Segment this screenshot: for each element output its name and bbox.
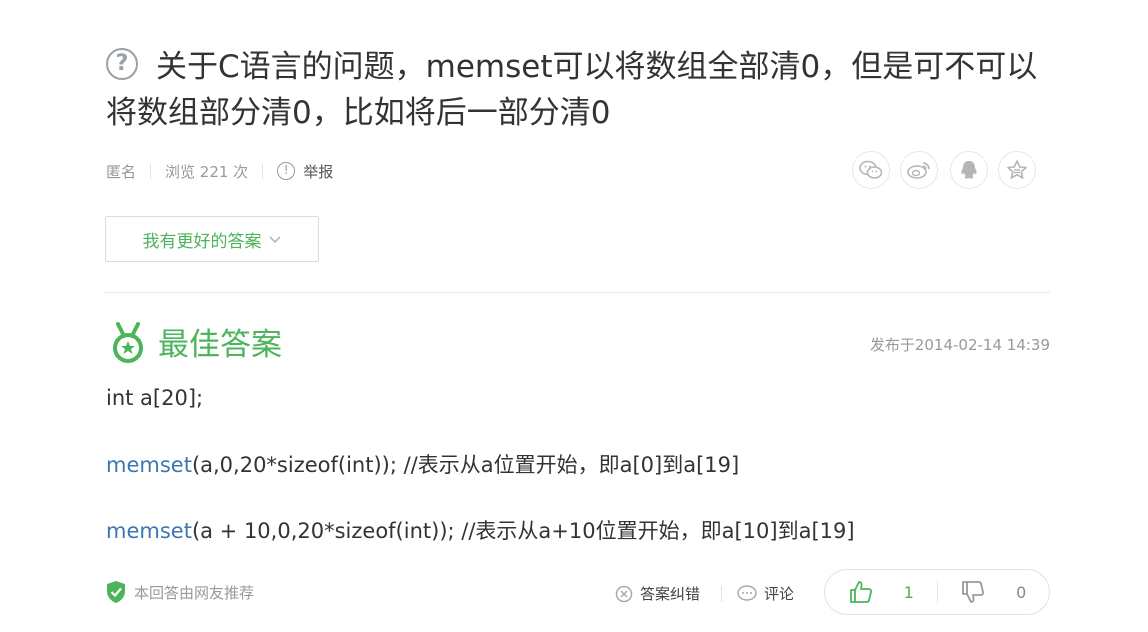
code-text: int a[20];: [106, 386, 204, 410]
report-link[interactable]: 举报: [303, 161, 333, 182]
comment-icon: [737, 584, 757, 601]
chevron-down-icon: [268, 229, 282, 249]
correct-answer-link[interactable]: 答案纠错: [614, 583, 700, 604]
wechat-icon: [859, 160, 883, 179]
upvote-count: 1: [903, 582, 914, 602]
better-answer-label: 我有更好的答案: [142, 231, 262, 252]
weibo-icon: [907, 162, 930, 179]
view-count: 浏览 221 次: [165, 162, 249, 181]
thumbs-up-icon: [849, 581, 872, 603]
code-keyword: memset: [106, 453, 192, 477]
vote-box: 1 0: [824, 569, 1050, 615]
favorite-icon: [1007, 160, 1027, 179]
meta-divider: [150, 163, 152, 179]
correction-icon: [615, 585, 633, 602]
correct-answer-label: 答案纠错: [640, 585, 701, 603]
downvote-button[interactable]: 0: [938, 570, 1050, 614]
report-icon[interactable]: !: [277, 162, 296, 180]
author-label: 匿名: [106, 162, 137, 181]
favorite-button[interactable]: [998, 151, 1036, 189]
qq-share-button[interactable]: [950, 151, 988, 189]
code-keyword: memset: [106, 519, 192, 543]
better-answer-button[interactable]: 我有更好的答案: [105, 216, 319, 262]
upvote-button[interactable]: 1: [825, 570, 937, 614]
meta-divider: [262, 163, 264, 179]
section-divider: [105, 292, 1050, 293]
code-text: (a,0,20*sizeof(int)); //表示从a位置开始，即a[0]到a…: [191, 453, 740, 477]
wechat-share-button[interactable]: [852, 151, 890, 189]
qq-icon: [961, 161, 977, 179]
comment-label: 评论: [764, 585, 795, 603]
recommend-note: 本回答由网友推荐: [134, 584, 255, 602]
weibo-share-button[interactable]: [900, 151, 938, 189]
question-title: 关于C语言的问题，memset可以将数组全部清0，但是可不可以将数组部分清0，比…: [106, 49, 1038, 131]
thumbs-down-icon: [962, 581, 985, 603]
code-text: (a + 10,0,20*sizeof(int)); //表示从a+10位置开始…: [191, 519, 855, 543]
medal-icon: [113, 322, 143, 363]
publish-time: 发布于2014-02-14 14:39: [869, 336, 1050, 354]
answer-line: memset(a + 10,0,20*sizeof(int)); //表示从a+…: [106, 517, 855, 545]
downvote-count: 0: [1016, 582, 1027, 602]
action-divider: [721, 586, 722, 602]
comment-link[interactable]: 评论: [736, 583, 794, 604]
answer-line: memset(a,0,20*sizeof(int)); //表示从a位置开始，即…: [106, 451, 739, 479]
best-answer-heading: 最佳答案: [158, 327, 282, 363]
question-meta: 匿名 浏览 221 次 ! 举报: [106, 158, 333, 184]
answer-line: int a[20];: [106, 384, 203, 412]
shield-check-icon: [107, 581, 125, 603]
